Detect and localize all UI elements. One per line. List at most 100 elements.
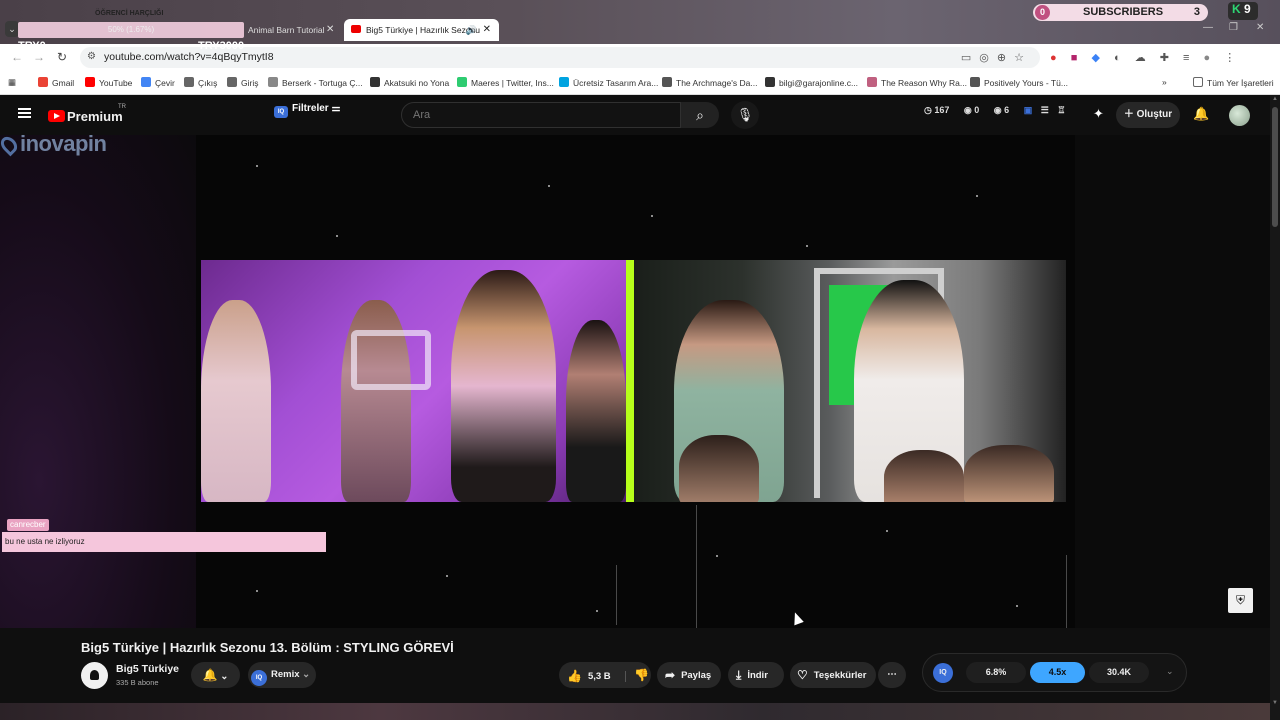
reload-icon[interactable]: ↻ [57, 50, 67, 64]
bookmark-cevir[interactable]: Çevir [141, 77, 175, 88]
kick-widget: K 9 [1228, 2, 1258, 20]
zoom-icon[interactable]: ⊕ [997, 52, 1014, 64]
yt-header: Premium TR IQFiltreler ⚌ ⌕ 🎙 ◷ 167 ◉ 0 ◉… [0, 95, 1270, 135]
bookmark-tasarim[interactable]: Ücretsiz Tasarım Ara... [559, 77, 658, 88]
tab-animal-barn[interactable]: Animal Barn Tutorial ✕ [240, 19, 340, 41]
cast-icon[interactable]: ▭ [961, 52, 979, 64]
close-icon[interactable]: ✕ [326, 19, 334, 41]
more-vert-icon[interactable]: ⋮ [1224, 52, 1235, 64]
tab-big5[interactable]: Big5 Türkiye | Hazırlık Sezonu 🔊 ✕ [344, 19, 499, 41]
menu-lines-icon[interactable]: ≡ [1183, 52, 1189, 64]
scroll-up-icon[interactable]: ▲ [1272, 96, 1278, 102]
overlay-progress: 50% (1.67%) [18, 22, 244, 38]
bookmark-icon [457, 77, 467, 87]
lightbulb-icon[interactable]: ◐ [1114, 52, 1121, 64]
bookmark-positively[interactable]: Positively Yours - Tü... [970, 77, 1068, 88]
trophy-icon[interactable]: ♖ [1057, 105, 1065, 115]
forward-icon[interactable]: → [33, 50, 45, 64]
search-button[interactable]: ⌕ [681, 102, 719, 128]
views-stat: ◉ 0 [963, 105, 980, 115]
tab-search-button[interactable]: ⌄ [5, 21, 19, 37]
channel-name[interactable]: Big5 Türkiye [116, 663, 179, 675]
kick-icon: K [1232, 2, 1241, 16]
scroll-down-icon[interactable]: ▼ [1272, 700, 1278, 706]
scrollbar-thumb[interactable] [1272, 107, 1278, 227]
extension-icon[interactable]: ● [1050, 52, 1057, 64]
more-horiz-icon: ⋯ [887, 669, 897, 680]
bookmark-akatsuki[interactable]: Akatsuki no Yona [370, 77, 449, 88]
eye-off-icon[interactable]: ◎ [979, 52, 997, 64]
bookmark-gmail[interactable]: Gmail [38, 77, 74, 88]
iq-count[interactable]: 30.4K [1089, 662, 1149, 683]
more-actions-button[interactable]: ⋯ [878, 662, 906, 688]
minimize-icon[interactable]: — [1203, 22, 1213, 33]
video-title: Big5 Türkiye | Hazırlık Sezonu 13. Bölüm… [81, 640, 454, 655]
subscribers-zero: 0 [1035, 5, 1050, 20]
site-info-icon[interactable]: ⚙ [87, 51, 96, 62]
back-icon[interactable]: ← [11, 50, 23, 64]
thanks-button[interactable]: ♡ Teşekkürler [790, 662, 876, 688]
all-bookmarks[interactable]: Tüm Yer İşaretleri [1193, 77, 1274, 88]
bookmark-maeres[interactable]: Maeres | Twitter, Ins... [457, 77, 554, 88]
channel-avatar[interactable] [81, 662, 108, 689]
subscribers-widget: 0 SUBSCRIBERS 3 [1033, 4, 1208, 21]
star-icon[interactable]: ☆ [1014, 52, 1032, 64]
bookmark-garajonline[interactable]: bilgi@garajonline.c... [765, 77, 858, 88]
iq-icon[interactable]: ▣ [1024, 105, 1033, 115]
list-icon[interactable]: ☰ [1041, 105, 1049, 115]
bookmark-reason[interactable]: The Reason Why Ra... [867, 77, 967, 88]
bookmark-icon [268, 77, 278, 87]
background-left [0, 135, 196, 628]
puzzle-icon[interactable]: ✚ [1160, 52, 1169, 64]
shield-icon: ⛨ [1235, 593, 1245, 607]
youtube-page: Premium TR IQFiltreler ⚌ ⌕ 🎙 ◷ 167 ◉ 0 ◉… [0, 95, 1280, 720]
dislike-button[interactable]: 👎 [625, 668, 650, 682]
bookmark-archmage[interactable]: The Archmage's Da... [662, 77, 757, 88]
iq-badge[interactable]: IQ [933, 663, 953, 683]
extension-icon[interactable]: ■ [1071, 52, 1078, 64]
sliders-icon: ⚌ [331, 103, 341, 114]
gemini-icon[interactable]: ✦ [1093, 106, 1104, 122]
apps-grid-icon[interactable]: ▦ [8, 77, 16, 88]
iq-percent[interactable]: 6.8% [966, 662, 1026, 683]
miniplayer-button[interactable]: ⛨ [1228, 588, 1253, 613]
youtube-logo[interactable]: Premium TR [48, 104, 126, 126]
download-button[interactable]: ⤓ İndir [728, 662, 784, 688]
chevron-down-icon[interactable]: ⌄ [1166, 666, 1174, 677]
more-bookmarks-icon[interactable]: » [1162, 77, 1167, 87]
profile-icon[interactable]: ● [1204, 52, 1211, 64]
search-box[interactable] [401, 102, 681, 128]
cloud-icon[interactable]: ☁ [1135, 52, 1146, 64]
like-button[interactable]: 👍 5,3 B [567, 669, 611, 683]
search-input[interactable] [402, 103, 680, 127]
iq-icon: IQ [251, 670, 267, 686]
remix-button[interactable]: IQ Remix ⌄ [248, 662, 316, 688]
page-scrollbar[interactable]: ▲ ▼ [1270, 95, 1280, 720]
bookmark-berserk[interactable]: Berserk - Tortuga Ç... [268, 77, 363, 88]
bookmark-giris[interactable]: Giriş [227, 77, 258, 88]
notification-button[interactable]: 🔔 ⌄ [191, 662, 240, 688]
filters-button[interactable]: IQ Filtreler ⚌ [274, 103, 340, 127]
close-window-icon[interactable]: ✕ [1256, 22, 1264, 33]
bookmark-youtube[interactable]: YouTube [85, 77, 132, 88]
restore-icon[interactable]: ❐ [1229, 22, 1238, 33]
bookmark-icon [867, 77, 877, 87]
location-pin-icon [0, 133, 21, 157]
bookmark-cikis[interactable]: Çıkış [184, 77, 217, 88]
url-text[interactable]: youtube.com/watch?v=4qBqyTmytI8 [104, 51, 274, 63]
account-avatar[interactable] [1229, 105, 1250, 126]
voice-search-button[interactable]: 🎙 [731, 101, 759, 129]
tab-label: Animal Barn Tutorial [248, 25, 325, 35]
extension-icon[interactable]: ◆ [1091, 52, 1099, 64]
bookmarks-bar: ▦ Gmail YouTube Çevir Çıkış Giriş Berser… [0, 71, 1280, 95]
share-icon: ➦ [665, 668, 676, 682]
share-button[interactable]: ➦ Paylaş [657, 662, 721, 688]
notification-bell-icon[interactable]: 🔔 [1193, 106, 1209, 122]
subscribers-label: SUBSCRIBERS [1083, 6, 1164, 18]
speaker-icon[interactable]: 🔊 [466, 19, 477, 41]
close-icon[interactable]: ✕ [483, 19, 491, 41]
create-button[interactable]: ＋ Oluştur [1116, 102, 1180, 128]
iq-speed[interactable]: 4.5x [1030, 662, 1085, 683]
video-player[interactable] [196, 135, 1075, 628]
menu-icon[interactable] [18, 108, 31, 118]
